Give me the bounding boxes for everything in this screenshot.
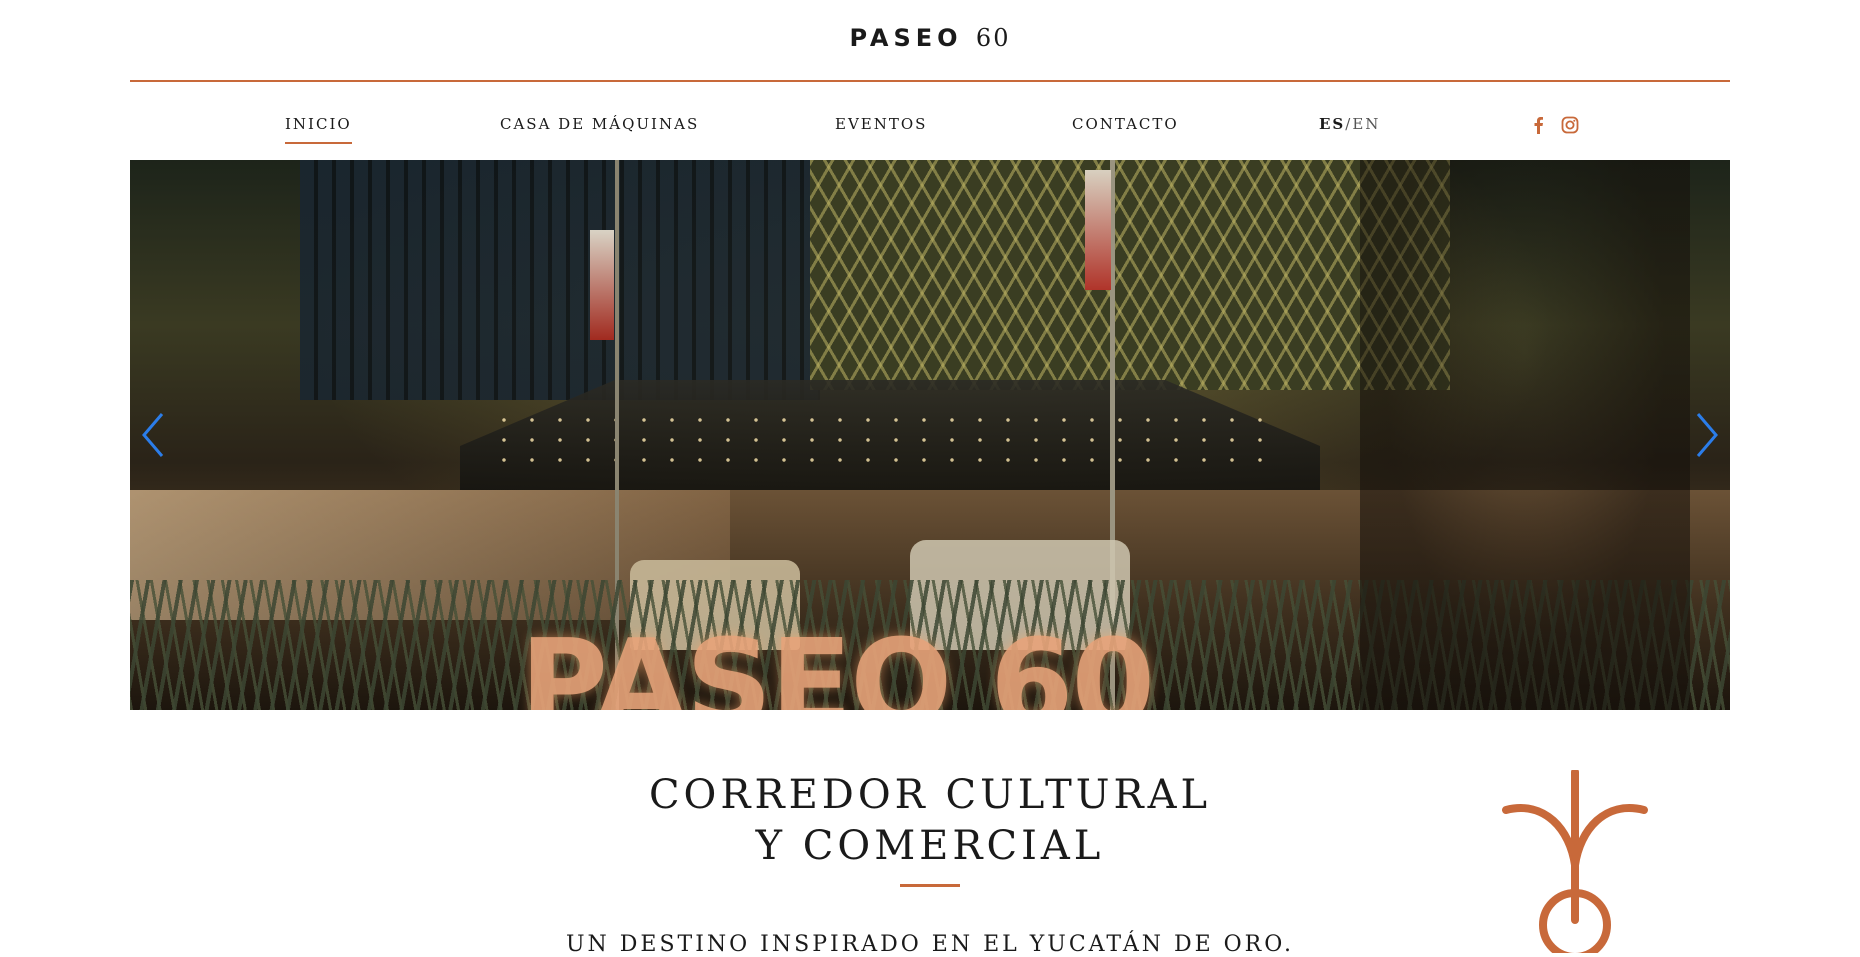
language-switcher: ES/EN (1319, 114, 1380, 134)
lang-es-link[interactable]: ES (1319, 115, 1345, 133)
heading-underline (900, 884, 960, 887)
main-nav: INICIO CASA DE MÁQUINAS EVENTOS CONTACTO… (0, 114, 1860, 144)
lang-en-link[interactable]: EN (1352, 115, 1380, 133)
hero-building-lattice (810, 160, 1450, 390)
chevron-right-icon[interactable] (1692, 410, 1722, 460)
flag-right (1085, 170, 1111, 290)
hero-sign-text: PASEO 60 (520, 615, 1155, 710)
instagram-icon[interactable] (1559, 114, 1581, 136)
logo-number: 60 (975, 24, 1011, 52)
facebook-icon[interactable] (1527, 114, 1549, 136)
site-logo[interactable]: PASEO 60 (0, 24, 1860, 52)
header-divider (130, 80, 1730, 82)
hero-building-glass (300, 160, 820, 400)
brand-symbol-icon (1502, 770, 1648, 953)
flag-left (590, 230, 614, 340)
hero-canopy-lights (490, 410, 1270, 470)
chevron-left-icon[interactable] (138, 410, 168, 460)
nav-item-eventos[interactable]: EVENTOS (835, 114, 927, 142)
hero-tree (1360, 160, 1690, 710)
hero-slider[interactable]: PASEO 60 (130, 160, 1730, 710)
nav-item-casa-de-maquinas[interactable]: CASA DE MÁQUINAS (500, 114, 699, 142)
nav-item-inicio[interactable]: INICIO (285, 114, 352, 144)
logo-text: PASEO (849, 24, 963, 52)
nav-item-contacto[interactable]: CONTACTO (1072, 114, 1179, 142)
